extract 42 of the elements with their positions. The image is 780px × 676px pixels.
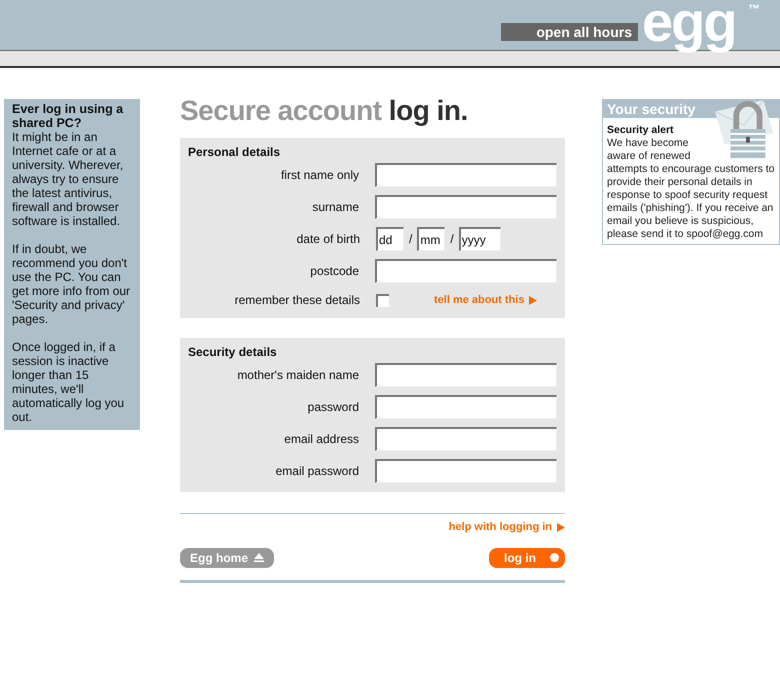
date-field[interactable]: mm bbox=[417, 227, 446, 251]
page-title: Secure account log in. bbox=[180, 97, 469, 125]
field-label: remember these details bbox=[234, 292, 360, 309]
checkbox[interactable] bbox=[376, 294, 389, 306]
info-paragraph: Once logged in, if a session is inactive longer than 15 minutes, we'll automatically log you out. bbox=[12, 340, 126, 424]
info-paragraph: It might be in an Internet cafe or at a university. Wherever, always try to ensure the latest antivirus, firewall and browser software is installed. bbox=[12, 130, 124, 228]
field-label: first name only bbox=[280, 167, 359, 184]
field-label: postcode bbox=[309, 263, 359, 280]
login-button[interactable]: log in bbox=[489, 548, 565, 568]
date-field[interactable]: yyyy bbox=[458, 227, 501, 251]
panel-heading: Ever log in using a shared PC? bbox=[12, 102, 124, 130]
input-field[interactable] bbox=[375, 363, 557, 387]
home-button[interactable]: Egg home bbox=[180, 548, 274, 568]
input-field[interactable] bbox=[375, 395, 557, 419]
field-label: date of birth bbox=[296, 231, 360, 248]
date-separator: / bbox=[450, 231, 454, 248]
field-label: email password bbox=[274, 463, 359, 480]
date-separator: / bbox=[409, 231, 412, 248]
input-field[interactable] bbox=[375, 195, 557, 219]
input-field[interactable] bbox=[375, 459, 557, 483]
input-field[interactable] bbox=[375, 259, 557, 283]
input-field[interactable] bbox=[375, 163, 557, 187]
help-link[interactable]: help with logging in bbox=[448, 519, 565, 536]
panel-title: Your security bbox=[607, 100, 696, 118]
info-paragraph: If in doubt, we recommend you don't use the PC. You can get more info from our 'Security and privacy' pages. bbox=[12, 242, 132, 326]
date-field[interactable]: dd bbox=[376, 227, 404, 251]
trademark: ™ bbox=[748, 3, 760, 16]
field-label: password bbox=[306, 399, 359, 416]
input-field[interactable] bbox=[375, 427, 557, 451]
arrow-icon bbox=[529, 296, 538, 304]
field-label: surname bbox=[311, 199, 359, 216]
section-heading: Personal details bbox=[188, 145, 282, 159]
alert-heading: Security alert bbox=[607, 124, 675, 137]
arrow-icon bbox=[557, 522, 565, 532]
eject-icon bbox=[254, 553, 264, 562]
field-label: mother's maiden name bbox=[236, 367, 359, 384]
alert-text: We have become aware of renewed attempts to encourage customers to provide their personal details in response to spoof security request emails ('phishing'). If you receive an email you believe is suspicious, please send it to spoof@egg.com bbox=[607, 137, 775, 241]
dot-icon bbox=[550, 553, 559, 562]
info-link[interactable]: tell me about this bbox=[434, 292, 538, 308]
section-heading: Security details bbox=[188, 345, 278, 359]
tagline-banner: open all hours bbox=[501, 23, 638, 41]
field-label: email address bbox=[283, 431, 359, 448]
